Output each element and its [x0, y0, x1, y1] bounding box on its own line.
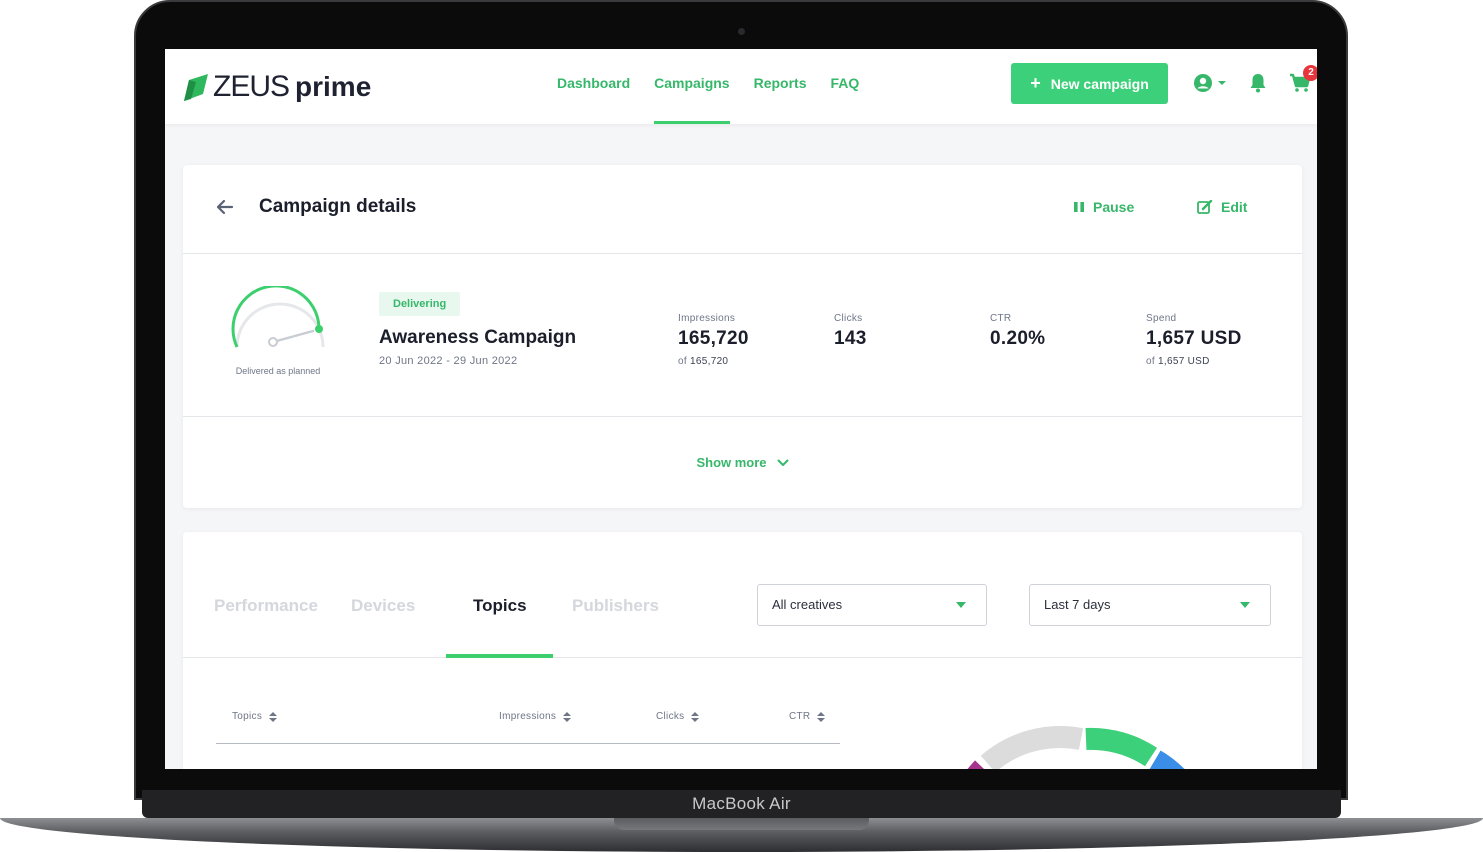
laptop-notch — [614, 818, 869, 830]
breakdown-card: Performance Devices Topics Publishers Al… — [183, 532, 1302, 769]
caret-down-icon — [1240, 602, 1250, 608]
nav-dashboard[interactable]: Dashboard — [545, 49, 642, 124]
metric-spend: Spend 1,657 USD of 1,657 USD — [1146, 313, 1242, 367]
sort-icon — [269, 711, 278, 722]
nav-campaigns[interactable]: Campaigns — [642, 49, 741, 124]
card-header: Campaign details Pause Edit — [183, 165, 1302, 254]
chevron-down-icon — [1218, 81, 1226, 85]
date-range-select[interactable]: Last 7 days — [1029, 584, 1271, 626]
app-screen: ZEUS prime Dashboard Campaigns Reports F… — [165, 49, 1317, 769]
campaign-summary: Delivered as planned Delivering Awarenes… — [183, 254, 1302, 417]
metric-value: 0.20% — [990, 328, 1046, 349]
main-nav: Dashboard Campaigns Reports FAQ — [545, 49, 871, 124]
bell-icon — [1250, 74, 1266, 93]
arrow-left-icon — [216, 199, 234, 215]
show-more-button[interactable]: Show more — [183, 417, 1302, 508]
donut-segment-purple — [967, 760, 985, 769]
breakdown-tabs: Performance Devices Topics Publishers Al… — [183, 532, 1302, 658]
column-ctr[interactable]: CTR — [789, 711, 826, 722]
new-campaign-button[interactable]: + New campaign — [1011, 63, 1168, 104]
metric-label: Impressions — [678, 313, 736, 324]
metric-label: Spend — [1146, 313, 1177, 324]
column-impressions[interactable]: Impressions — [499, 711, 572, 722]
metric-ctr: CTR 0.20% — [990, 313, 1045, 350]
tab-topics[interactable]: Topics — [473, 596, 527, 616]
donut-segment-blue — [1149, 750, 1185, 769]
donut-segment-green — [1085, 727, 1158, 767]
logo-flag-icon — [184, 74, 208, 101]
pause-icon — [1074, 202, 1084, 212]
header-icons: 2 — [1193, 65, 1317, 93]
notifications-button[interactable] — [1249, 73, 1267, 93]
top-navigation-bar: ZEUS prime Dashboard Campaigns Reports F… — [165, 49, 1317, 124]
date-range-value: Last 7 days — [1044, 597, 1111, 612]
sort-icon — [817, 711, 826, 722]
topics-table-header: Topics Impressions Clicks CTR — [216, 707, 840, 744]
gauge-label: Delivered as planned — [235, 366, 321, 376]
metric-clicks: Clicks 143 — [834, 313, 867, 350]
edit-label: Edit — [1221, 199, 1248, 215]
plus-icon: + — [1030, 73, 1041, 93]
metric-label: Clicks — [834, 313, 863, 324]
page-title: Campaign details — [259, 196, 417, 217]
metric-label: CTR — [990, 313, 1012, 324]
edit-button[interactable]: Edit — [1197, 199, 1247, 215]
new-campaign-label: New campaign — [1050, 75, 1149, 92]
creatives-select[interactable]: All creatives — [757, 584, 987, 626]
zeus-prime-logo[interactable]: ZEUS prime — [183, 67, 371, 107]
show-more-label: Show more — [696, 455, 767, 470]
user-circle-icon — [1194, 74, 1212, 92]
device-label: MacBook Air — [692, 794, 791, 813]
gauge-icon — [231, 284, 325, 348]
status-badge: Delivering — [379, 292, 461, 316]
pause-label: Pause — [1093, 199, 1135, 215]
pause-button[interactable]: Pause — [1073, 199, 1134, 215]
campaign-dates: 20 Jun 2022 - 29 Jun 2022 — [379, 355, 518, 367]
delivery-gauge — [227, 284, 333, 363]
donut-segment-gray — [980, 726, 1084, 769]
donut-chart-svg — [967, 726, 1185, 769]
nav-faq[interactable]: FAQ — [819, 49, 872, 124]
sort-icon — [563, 711, 572, 722]
tab-devices[interactable]: Devices — [351, 596, 415, 616]
active-tab-indicator — [446, 654, 553, 658]
tab-publishers[interactable]: Publishers — [572, 596, 659, 616]
caret-down-icon — [956, 602, 966, 608]
metric-sub: of 1,657 USD — [1146, 356, 1210, 367]
tab-performance[interactable]: Performance — [214, 596, 318, 616]
topics-donut-chart — [953, 712, 1213, 769]
back-button[interactable] — [215, 197, 235, 223]
campaign-name: Awareness Campaign — [379, 327, 577, 348]
nav-reports[interactable]: Reports — [742, 49, 819, 124]
metric-sub: of 165,720 — [678, 356, 729, 367]
metric-value: 1,657 USD — [1146, 328, 1242, 349]
chevron-down-icon — [777, 459, 789, 466]
cart-count-badge: 2 — [1303, 65, 1317, 81]
campaign-details-card: Campaign details Pause Edit Delivered as… — [183, 165, 1302, 508]
user-menu[interactable] — [1193, 73, 1227, 93]
metric-value: 165,720 — [678, 328, 749, 349]
logo-prime: prime — [295, 71, 372, 102]
metric-impressions: Impressions 165,720 of 165,720 — [678, 313, 749, 367]
camera-dot — [738, 28, 745, 35]
sort-icon — [691, 711, 700, 722]
logo-zeus: ZEUS — [213, 70, 290, 103]
cart-button[interactable]: 2 — [1289, 65, 1317, 93]
metric-value: 143 — [834, 328, 867, 349]
column-clicks[interactable]: Clicks — [656, 711, 700, 722]
column-topics[interactable]: Topics — [232, 711, 278, 722]
creatives-select-value: All creatives — [772, 597, 843, 612]
edit-icon — [1197, 200, 1213, 214]
